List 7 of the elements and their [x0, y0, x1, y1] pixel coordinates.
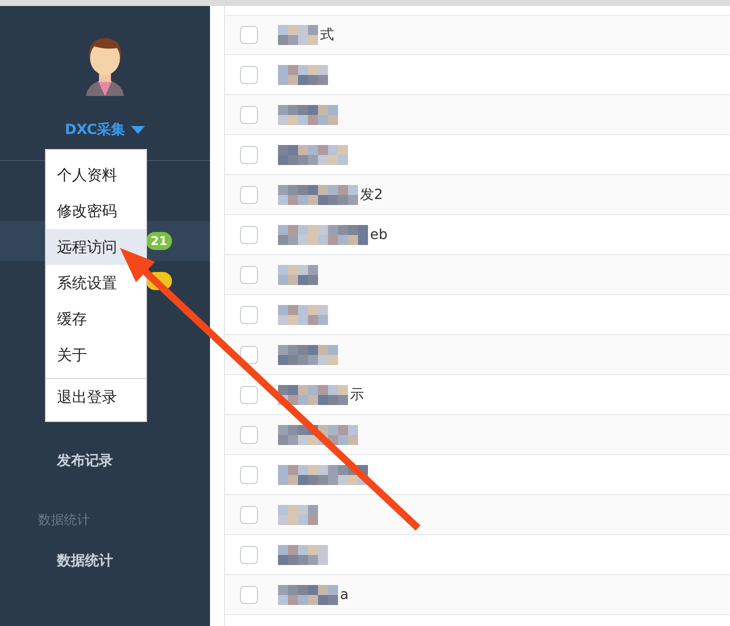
row-title: a — [340, 586, 349, 602]
section-label: 数据统计 — [38, 513, 90, 528]
row-title: 发2 — [360, 186, 383, 204]
row-title: 式 — [320, 26, 334, 44]
count-badge: 21 — [146, 232, 172, 250]
row-title: 示 — [350, 386, 364, 404]
row-title: eb — [370, 226, 388, 242]
